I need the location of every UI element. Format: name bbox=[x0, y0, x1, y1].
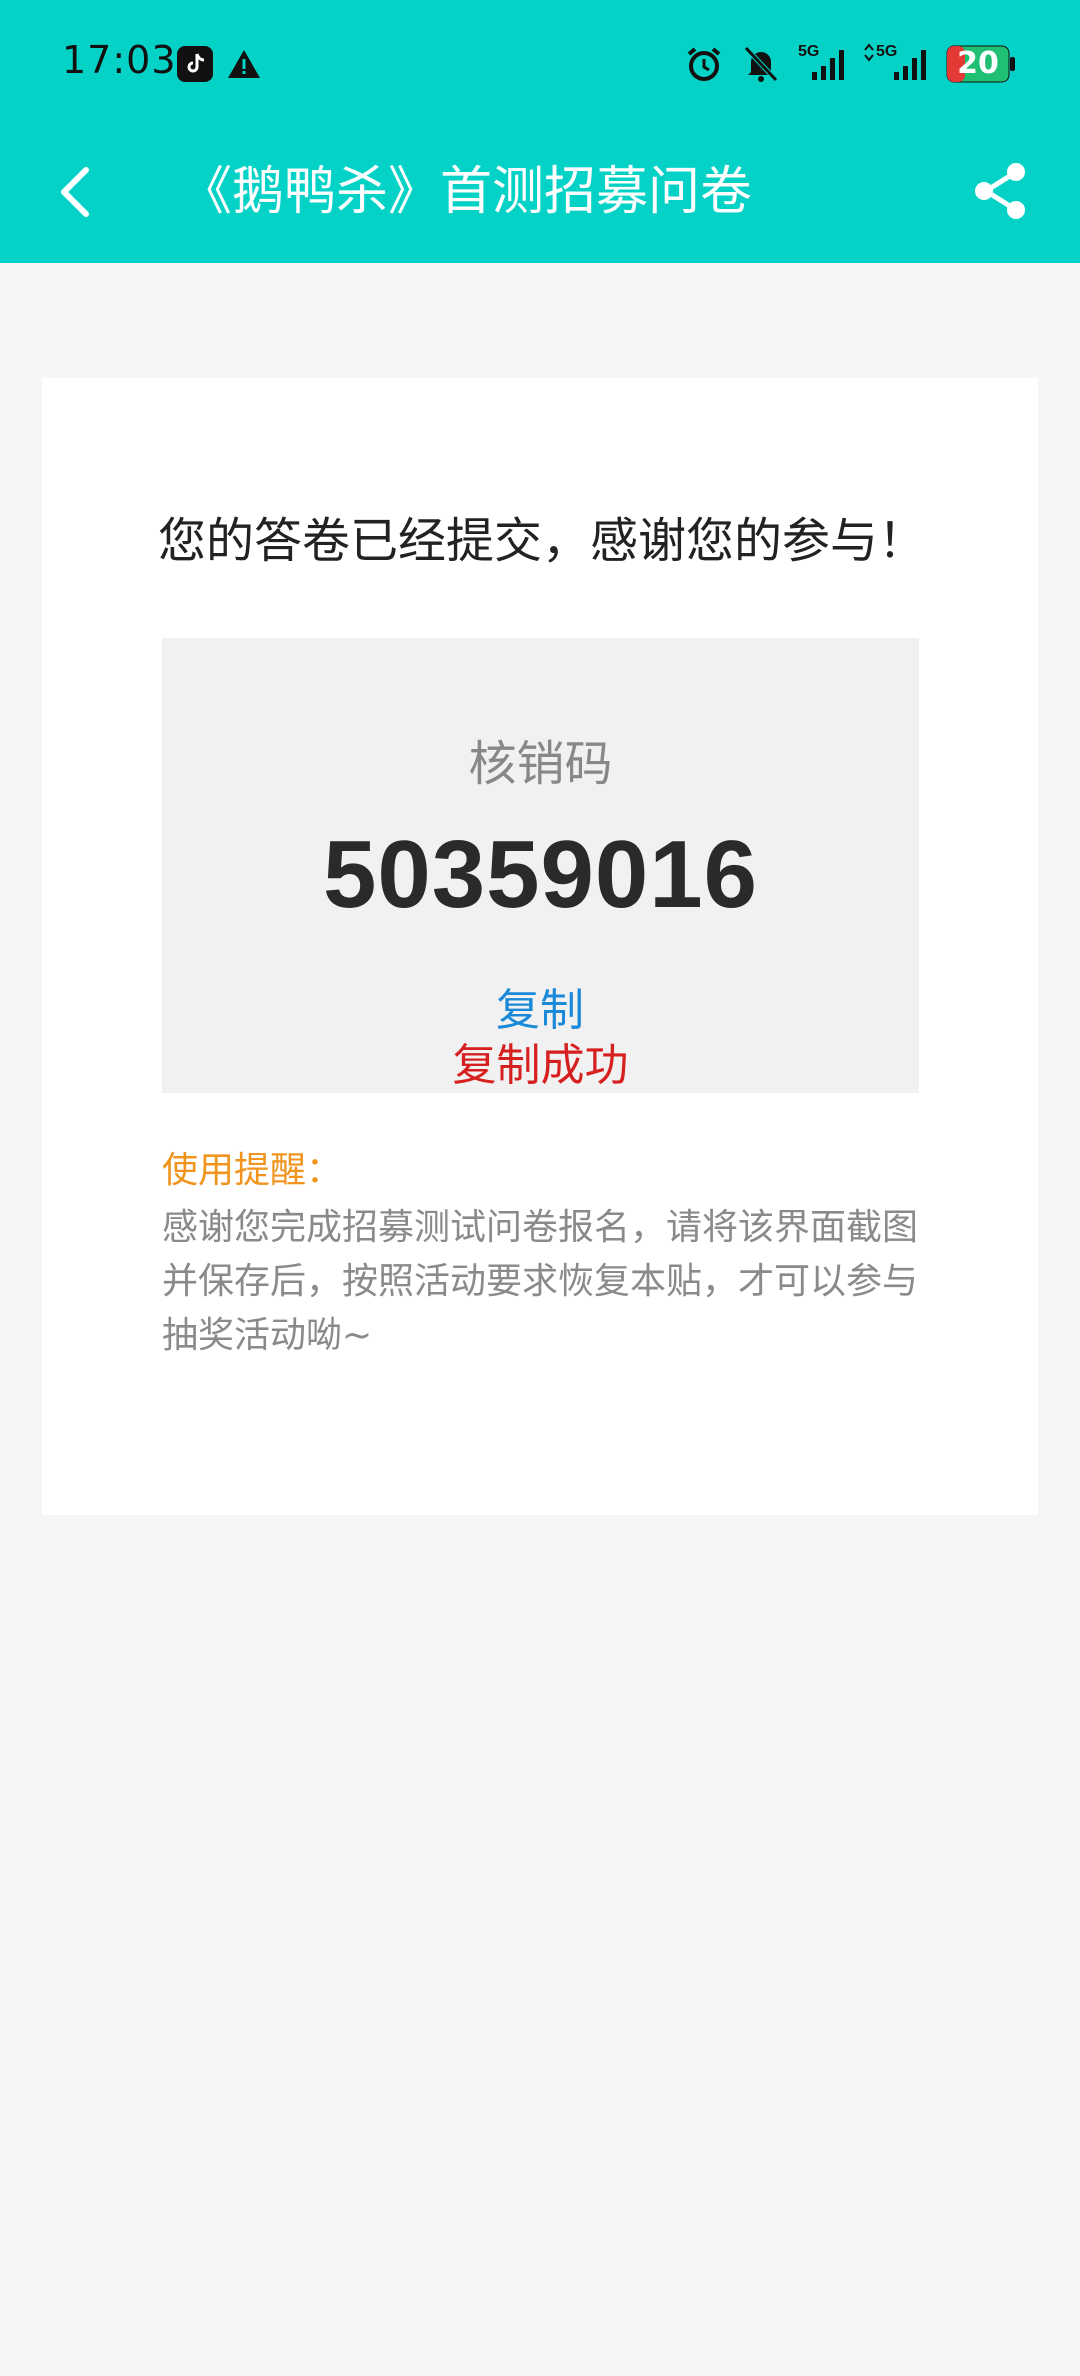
submit-message: 您的答卷已经提交，感谢您的参与！ bbox=[158, 513, 927, 569]
back-button[interactable] bbox=[48, 156, 104, 228]
code-value: 50359016 bbox=[322, 821, 759, 928]
code-label: 核销码 bbox=[468, 736, 613, 792]
share-icon bbox=[975, 163, 1025, 219]
tiktok-icon bbox=[177, 46, 213, 82]
reminder-text: 感谢您完成招募测试问卷报名，请将该界面截图并保存后，按照活动要求恢复本贴，才可以… bbox=[162, 1207, 919, 1356]
copy-success-text: 复制成功 bbox=[452, 1040, 629, 1091]
copy-button[interactable]: 复制 bbox=[440, 983, 640, 1039]
signal-label: 5G bbox=[876, 43, 897, 60]
battery-level: 20 bbox=[957, 46, 999, 81]
alarm-icon bbox=[685, 45, 723, 83]
result-card: 您的答卷已经提交，感谢您的参与！ 核销码 50359016 复制 复制成功 使用… bbox=[42, 378, 1038, 1515]
status-bar: 17:03 5G 5G 20 bbox=[0, 0, 1080, 130]
signal-5g-icon: 5G bbox=[798, 42, 850, 84]
signal-label: 5G bbox=[798, 43, 819, 60]
status-time: 17:03 bbox=[62, 38, 177, 82]
share-button[interactable] bbox=[970, 160, 1030, 222]
code-box: 核销码 50359016 复制 复制成功 bbox=[162, 638, 919, 1093]
bell-off-icon bbox=[742, 44, 780, 84]
reminder-title: 使用提醒： bbox=[162, 1150, 343, 1191]
chevron-left-icon bbox=[61, 167, 89, 217]
page-title: 《鹅鸭杀》首测招募问卷 bbox=[180, 162, 753, 222]
warning-icon bbox=[227, 48, 261, 80]
signal-5g-icon: 5G bbox=[862, 42, 932, 84]
